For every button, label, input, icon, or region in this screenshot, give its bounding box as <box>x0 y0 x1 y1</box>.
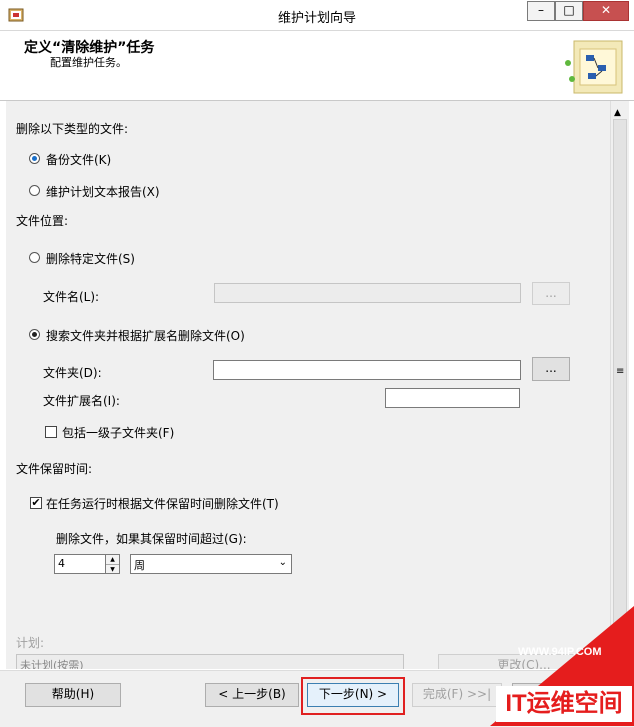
older-than-unit-select[interactable]: 周 ⌄ <box>130 554 292 574</box>
maintenance-plan-icon <box>565 40 623 94</box>
spin-up-icon[interactable]: ▲ <box>106 555 119 565</box>
minimize-button[interactable]: – <box>527 1 555 21</box>
help-button[interactable]: 帮助(H) <box>25 683 121 707</box>
folder-label: 文件夹(D): <box>43 366 102 380</box>
page-subtitle: 配置维护任务。 <box>50 56 127 69</box>
older-than-unit-value: 周 <box>134 559 145 572</box>
delete-specific-file-label: 删除特定文件(S) <box>46 252 135 266</box>
older-than-spinner[interactable]: ▲ ▼ <box>106 554 120 574</box>
folder-input[interactable] <box>213 360 521 380</box>
report-files-label: 维护计划文本报告(X) <box>46 185 160 199</box>
extension-input[interactable] <box>385 388 520 408</box>
include-subfolders-checkbox[interactable] <box>45 426 57 438</box>
task-settings-panel: 删除以下类型的文件: 备份文件(K) 维护计划文本报告(X) 文件位置: 删除特… <box>6 101 610 669</box>
retention-label: 文件保留时间: <box>16 462 93 476</box>
scroll-thumb[interactable]: ≡ <box>613 119 627 629</box>
folder-browse-button[interactable]: ... <box>532 357 570 381</box>
retention-checkbox[interactable]: ✔ <box>30 497 42 509</box>
watermark-brand-box: IT运维空间 <box>496 686 632 722</box>
include-subfolders-label: 包括一级子文件夹(F) <box>62 426 175 440</box>
watermark-site: WWW.94IP.COM <box>518 646 602 658</box>
filename-input[interactable] <box>214 283 521 303</box>
file-location-label: 文件位置: <box>16 214 69 228</box>
delete-specific-file-radio[interactable] <box>29 252 40 263</box>
maximize-button[interactable]: □ <box>555 1 583 21</box>
filename-browse-button[interactable]: ... <box>532 282 570 305</box>
next-button[interactable]: 下一步(N) > <box>307 683 399 707</box>
scroll-up-icon[interactable]: ▲ <box>614 108 621 118</box>
report-files-radio[interactable] <box>29 185 40 196</box>
grip-icon: ≡ <box>616 366 625 377</box>
chevron-down-icon: ⌄ <box>278 557 287 568</box>
schedule-value: 未计划(按需) <box>16 654 404 669</box>
site-watermark: WWW.94IP.COM IT运维空间 <box>470 606 634 726</box>
wizard-header: 定义“清除维护”任务 配置维护任务。 <box>0 31 634 101</box>
search-folder-radio[interactable] <box>29 329 40 340</box>
spin-down-icon[interactable]: ▼ <box>106 565 119 574</box>
extension-label: 文件扩展名(I): <box>43 394 120 408</box>
back-button[interactable]: < 上一步(B) <box>205 683 299 707</box>
search-folder-label: 搜索文件夹并根据扩展名删除文件(O) <box>46 329 245 343</box>
title-bar: 维护计划向导 – □ ✕ <box>0 0 634 31</box>
schedule-label: 计划: <box>16 636 45 650</box>
filename-label: 文件名(L): <box>43 290 100 304</box>
close-button[interactable]: ✕ <box>583 1 629 21</box>
older-than-label: 删除文件，如果其保留时间超过(G): <box>56 532 247 546</box>
backup-files-radio[interactable] <box>29 153 40 164</box>
backup-files-label: 备份文件(K) <box>46 153 112 167</box>
watermark-brand: IT运维空间 <box>505 690 623 717</box>
retention-check-label: 在任务运行时根据文件保留时间删除文件(T) <box>46 497 279 511</box>
older-than-value[interactable]: 4 <box>54 554 106 574</box>
vertical-scrollbar[interactable]: ▲ ≡ <box>610 101 629 669</box>
delete-type-label: 删除以下类型的文件: <box>16 122 129 136</box>
